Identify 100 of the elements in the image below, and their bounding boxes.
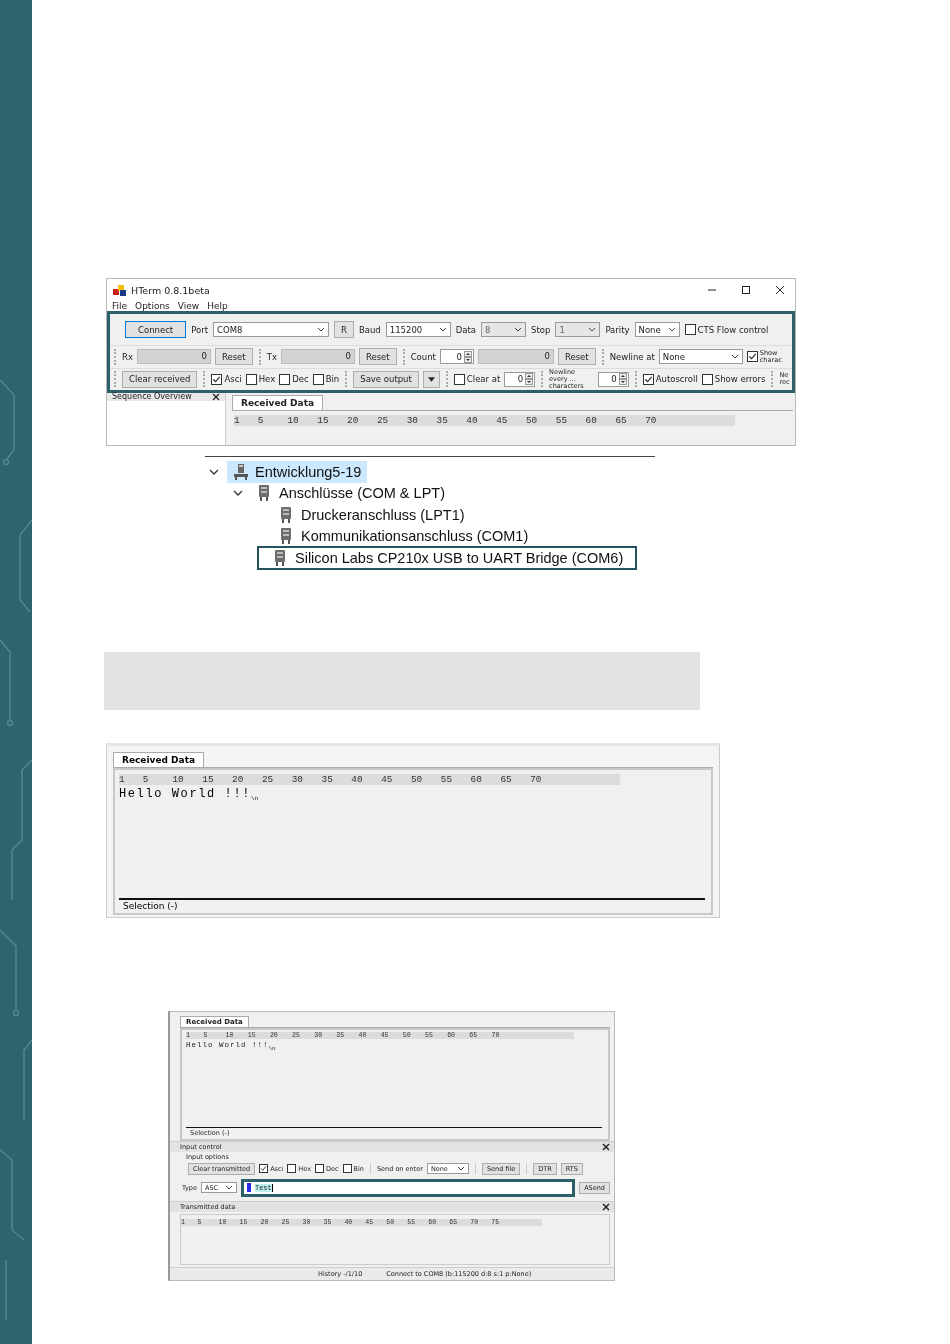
checkbox[interactable]: Show errors — [701, 373, 766, 385]
spinner-arrows-icon — [618, 373, 627, 386]
ruler-number: 25 — [376, 415, 390, 426]
tab[interactable]: Received Data — [232, 395, 324, 410]
check-mark-icon — [747, 352, 757, 362]
label: Data — [455, 324, 477, 335]
label: Newline at — [609, 351, 655, 362]
ruler-number: 55 — [555, 415, 568, 426]
dropdown[interactable]: COM8 — [213, 322, 329, 338]
menu-item[interactable]: File — [112, 301, 128, 313]
panel-title: Sequence Overview — [112, 393, 192, 401]
tree-item[interactable]: Kommunikationsanschluss (COM1) — [273, 525, 535, 548]
maximize-icon[interactable] — [741, 285, 751, 295]
ruler-number: 50 — [525, 415, 539, 426]
label: Stop — [531, 324, 551, 335]
caret-icon — [667, 326, 676, 334]
counter-field: 0 — [280, 349, 355, 365]
close-icon[interactable] — [602, 1142, 610, 1151]
dropdown[interactable]: None — [658, 349, 743, 365]
app-logo-icon — [113, 284, 126, 296]
ruler-number: 40 — [351, 773, 364, 785]
ruler-number: 25 — [261, 773, 275, 785]
counter-field: 0 — [136, 349, 211, 365]
counter-field: 0 — [477, 349, 554, 365]
checkbox[interactable]: Clear at — [453, 373, 501, 385]
check-mark-icon — [212, 374, 222, 384]
ruler-number: 45 — [381, 773, 394, 785]
status-text: Selection (-) — [123, 900, 178, 911]
menu-item[interactable]: View — [177, 301, 200, 313]
checkbox[interactable]: Bin — [312, 373, 340, 385]
window-title: HTerm 0.8.1beta — [131, 284, 210, 296]
ruler-number: 65 — [615, 415, 628, 426]
caret-icon — [730, 353, 739, 361]
checkbox[interactable]: Hex — [245, 373, 276, 385]
button[interactable]: Reset — [214, 348, 253, 366]
close-icon[interactable] — [602, 1202, 610, 1211]
menu-item[interactable]: Help — [207, 301, 228, 313]
caret-icon — [427, 376, 435, 382]
close-icon[interactable] — [775, 285, 785, 295]
ruler-number: 70 — [530, 773, 543, 785]
number-spinner[interactable]: 0 — [597, 371, 629, 387]
checkbox[interactable]: CTS Flow control — [684, 324, 769, 336]
tree-item[interactable]: Druckeranschluss (LPT1) — [273, 503, 471, 526]
data-text: Hello World !!!$_{\n}$ — [119, 786, 260, 802]
button[interactable]: Reset — [358, 348, 397, 366]
number-spinner[interactable]: 0 — [439, 349, 474, 365]
ruler-number: 15 — [202, 773, 215, 785]
label: Port — [191, 324, 208, 335]
computer-icon — [233, 463, 249, 480]
close-icon — [212, 393, 220, 401]
button[interactable]: R — [334, 321, 354, 339]
tree-item[interactable]: Entwicklung5-19 — [227, 460, 368, 483]
ruler-number: 55 — [440, 773, 453, 785]
ruler-number: 1 — [234, 415, 241, 426]
ruler-number: 60 — [585, 415, 598, 426]
ruler-number: 50 — [410, 773, 424, 785]
spinner-arrows-icon — [525, 373, 534, 386]
caret-icon — [456, 1165, 465, 1172]
label: Baud — [358, 324, 381, 335]
number-spinner[interactable]: 0 — [504, 371, 536, 387]
ruler-number: 65 — [500, 773, 513, 785]
checkbox[interactable]: Asci — [211, 373, 242, 385]
ruler-number: 45 — [496, 415, 509, 426]
ruler-number: 40 — [466, 415, 479, 426]
ruler-number: 15 — [317, 415, 330, 426]
spinner-arrows-icon — [463, 350, 472, 363]
ruler-number: 10 — [172, 773, 185, 785]
button[interactable]: Save output — [353, 370, 419, 388]
label: Parity — [605, 324, 630, 335]
checkbox[interactable]: Dec — [279, 373, 309, 385]
label: Tx — [266, 351, 277, 362]
ruler-number: 1 — [119, 773, 126, 785]
button[interactable]: Reset — [557, 348, 596, 366]
ruler-number: 30 — [406, 415, 419, 426]
ruler-number: 60 — [470, 773, 483, 785]
ruler-number: 35 — [321, 773, 334, 785]
button[interactable]: Clear received — [122, 370, 198, 388]
checkbox[interactable]: Autoscroll — [642, 373, 698, 385]
check-mark-icon — [260, 1165, 268, 1172]
ruler-number: 20 — [347, 415, 360, 426]
ruler-number: 35 — [436, 415, 449, 426]
ruler-number: 70 — [645, 415, 658, 426]
dropdown[interactable]: None — [634, 322, 680, 338]
caret-icon — [224, 1184, 233, 1191]
ruler-number: 5 — [257, 415, 265, 426]
caret-icon — [438, 326, 447, 334]
dropdown-button[interactable] — [422, 370, 440, 388]
ruler-number: 20 — [232, 773, 245, 785]
tree-item[interactable]: Silicon Labs CP210x USB to UART Bridge (COM6) — [257, 545, 638, 570]
button[interactable]: Connect — [125, 321, 187, 339]
caret-icon — [514, 326, 523, 334]
tree-item[interactable]: Anschlüsse (COM & LPT) — [251, 482, 451, 505]
ruler-number: 5 — [142, 773, 150, 785]
ruler-number: 10 — [287, 415, 300, 426]
ruler-number: 30 — [291, 773, 304, 785]
caret-icon — [588, 326, 597, 334]
tab[interactable]: Received Data — [113, 751, 205, 767]
caret-icon — [317, 326, 325, 334]
menu-item[interactable]: Options — [135, 301, 170, 313]
dropdown[interactable]: 115200 — [385, 322, 451, 338]
